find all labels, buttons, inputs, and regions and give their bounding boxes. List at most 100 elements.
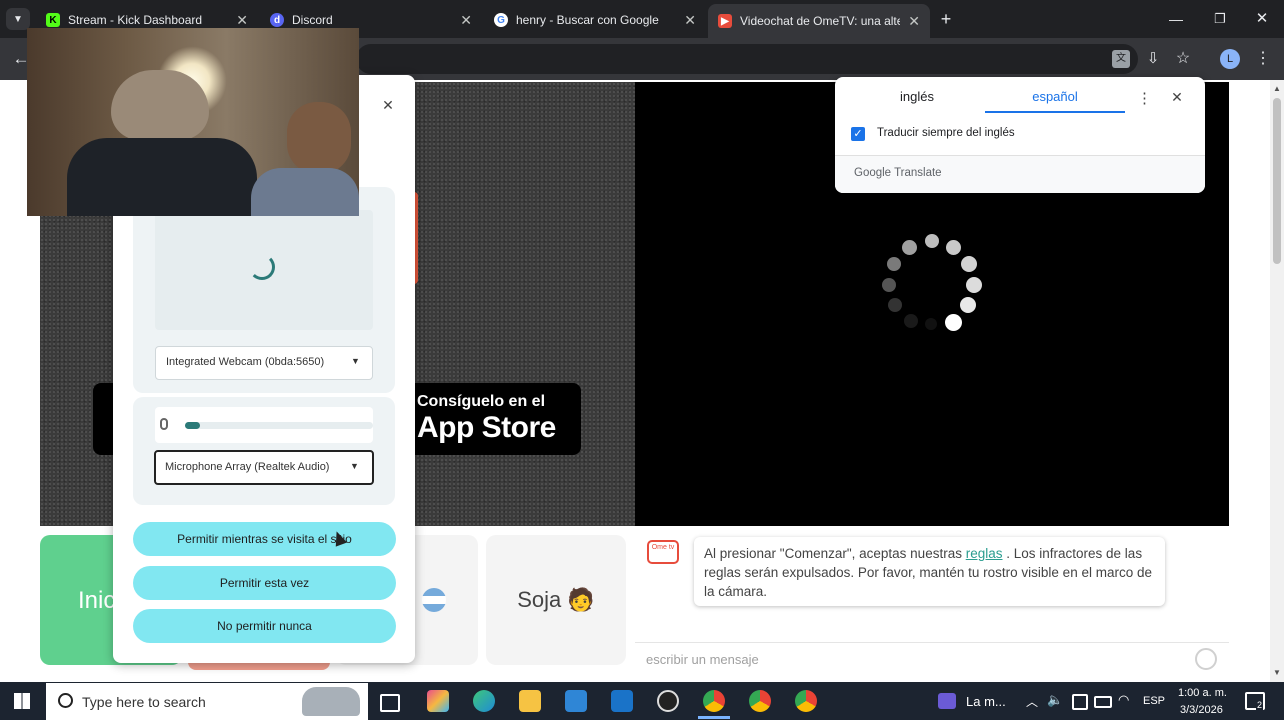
microphone-select[interactable]: Microphone Array (Realtek Audio) ▼ [154,450,374,485]
tab-google[interactable]: G henry - Buscar con Google ✕ [484,6,706,34]
system-message-bubble: Al presionar "Comenzar", aceptas nuestra… [694,537,1165,606]
dropdown-arrow-icon: ▼ [350,461,359,471]
tab-title: henry - Buscar con Google [516,13,659,27]
argentina-flag-icon [422,588,446,612]
chat-input[interactable]: escribir un mensaje [635,642,1229,677]
tab-ingles[interactable]: inglés [847,77,987,113]
google-translate-brand: Google Translate [854,167,942,179]
translate-popup: inglés español ⋮ ✕ ✓ Traducir siempre de… [835,77,1205,193]
scroll-down-arrow-icon[interactable]: ▼ [1272,668,1282,678]
windows-start-icon[interactable] [14,693,30,709]
never-allow-label: No permitir nunca [217,619,312,633]
person-left-body [67,138,257,216]
edge-icon[interactable] [473,690,495,712]
tab-espanol-label: español [1032,89,1078,104]
language-indicator[interactable]: ESP [1143,695,1165,707]
microphone-icon [160,418,168,430]
translate-icon[interactable]: 文 [1112,50,1130,68]
restore-icon[interactable]: ❐ [1210,8,1230,30]
taskbar-app-label: La m... [966,694,1006,709]
chrome-icon[interactable] [795,690,817,712]
tab-espanol[interactable]: español [985,77,1125,113]
mic-level-fill [185,422,201,429]
new-tab-button[interactable]: + [936,8,956,30]
chrome-icon[interactable] [703,690,725,712]
allow-once-button[interactable]: Permitir esta vez [133,566,396,600]
always-translate-checkbox[interactable]: ✓ [851,127,865,141]
scroll-up-arrow-icon[interactable]: ▲ [1272,84,1282,94]
install-app-icon[interactable]: ⇩ [1143,49,1163,69]
battery-icon[interactable] [1094,696,1112,708]
camera-select-value: Integrated Webcam (0bda:5650) [166,356,325,368]
profile-avatar[interactable]: L [1220,49,1240,69]
show-hidden-icons-icon[interactable]: ︿ [1026,693,1038,710]
microphone-select-value: Microphone Array (Realtek Audio) [165,461,330,473]
clock-date[interactable]: 3/3/2026 [1180,704,1223,716]
taskbar-app-button[interactable]: La m... [934,683,1012,719]
media-app-icon [938,693,956,709]
never-allow-button[interactable]: No permitir nunca [133,609,396,643]
address-bar[interactable] [356,44,1138,74]
notifications-icon[interactable]: 2 [1245,692,1265,710]
chrome-active-indicator [698,716,730,719]
chrome-icon[interactable] [749,690,771,712]
tab-search-button[interactable]: ▼ [6,8,30,30]
elephant-search-highlight-icon [302,687,360,716]
webcam-overlay [27,28,359,216]
file-explorer-icon[interactable] [519,690,541,712]
loading-spinner-icon [880,232,982,332]
tab-title: Videochat de OmeTV: una alter [740,14,901,28]
bookmark-star-icon[interactable]: ☆ [1173,49,1193,69]
kick-icon: K [46,13,60,27]
close-window-icon[interactable]: ✕ [1252,8,1272,30]
scrollbar-thumb[interactable] [1273,98,1281,264]
allow-while-visiting-button[interactable]: Permitir mientras se visita el sitio [133,522,396,556]
allow-once-label: Permitir esta vez [219,576,310,590]
close-icon[interactable]: ✕ [908,13,920,30]
camera-preview [155,210,373,330]
app-store-line1: Consíguelo en el [417,393,546,410]
app-store-line2: App Store [417,411,556,444]
chevron-down-icon: ▼ [13,13,23,25]
close-icon[interactable]: ✕ [460,12,472,29]
menu-dots-icon[interactable]: ⋮ [1254,49,1272,69]
clock-time[interactable]: 1:00 a. m. [1178,687,1227,699]
minimize-icon[interactable]: — [1166,8,1186,30]
mic-meter-panel [155,407,373,443]
taskbar-search-box[interactable]: Type here to search [46,683,368,720]
allow-while-visiting-label: Permitir mientras se visita el sitio [177,532,352,546]
more-options-icon[interactable]: ⋮ [1137,89,1152,107]
start-button-label: Inic [78,587,116,614]
wifi-icon[interactable]: ◠ [1118,692,1129,708]
translate-footer: Google Translate [835,155,1205,193]
rules-link[interactable]: reglas [966,546,1003,561]
tab-title: Stream - Kick Dashboard [68,13,203,27]
close-icon[interactable]: ✕ [236,12,248,29]
system-message-text: Al presionar "Comenzar", aceptas nuestra… [704,546,966,561]
camera-select[interactable]: Integrated Webcam (0bda:5650) ▼ [155,346,373,380]
dropdown-arrow-icon: ▼ [351,356,360,366]
copilot-icon[interactable] [427,690,449,712]
ometv-logo-icon: Ome tv [647,540,679,564]
notification-count: 2 [1256,700,1264,710]
tab-ometv[interactable]: ▶ Videochat de OmeTV: una alter ✕ [708,4,930,38]
tab-title: Discord [292,13,333,27]
camera-in-use-icon[interactable] [1072,694,1088,710]
person-right [287,102,351,174]
always-translate-label: Traducir siempre del inglés [877,127,1015,139]
emoji-icon[interactable] [1195,648,1217,670]
app-store-badge[interactable]: Consíguelo en el App Store [405,383,581,455]
task-view-icon[interactable] [380,694,400,712]
close-dialog-icon[interactable]: ✕ [380,97,396,113]
taskbar-search-placeholder: Type here to search [82,694,206,710]
close-icon[interactable]: ✕ [684,12,696,29]
volume-icon[interactable]: 🔈 [1047,692,1063,708]
person-left [111,70,209,140]
gender-filter-button[interactable]: Soja 🧑 [486,535,626,665]
mic-level-track [185,422,373,429]
outlook-icon[interactable] [611,690,633,712]
microsoft-store-icon[interactable] [565,690,587,712]
close-popup-icon[interactable]: ✕ [1169,89,1185,105]
ometv-logo-text: Ome tv [651,544,675,551]
obs-icon[interactable] [657,690,679,712]
